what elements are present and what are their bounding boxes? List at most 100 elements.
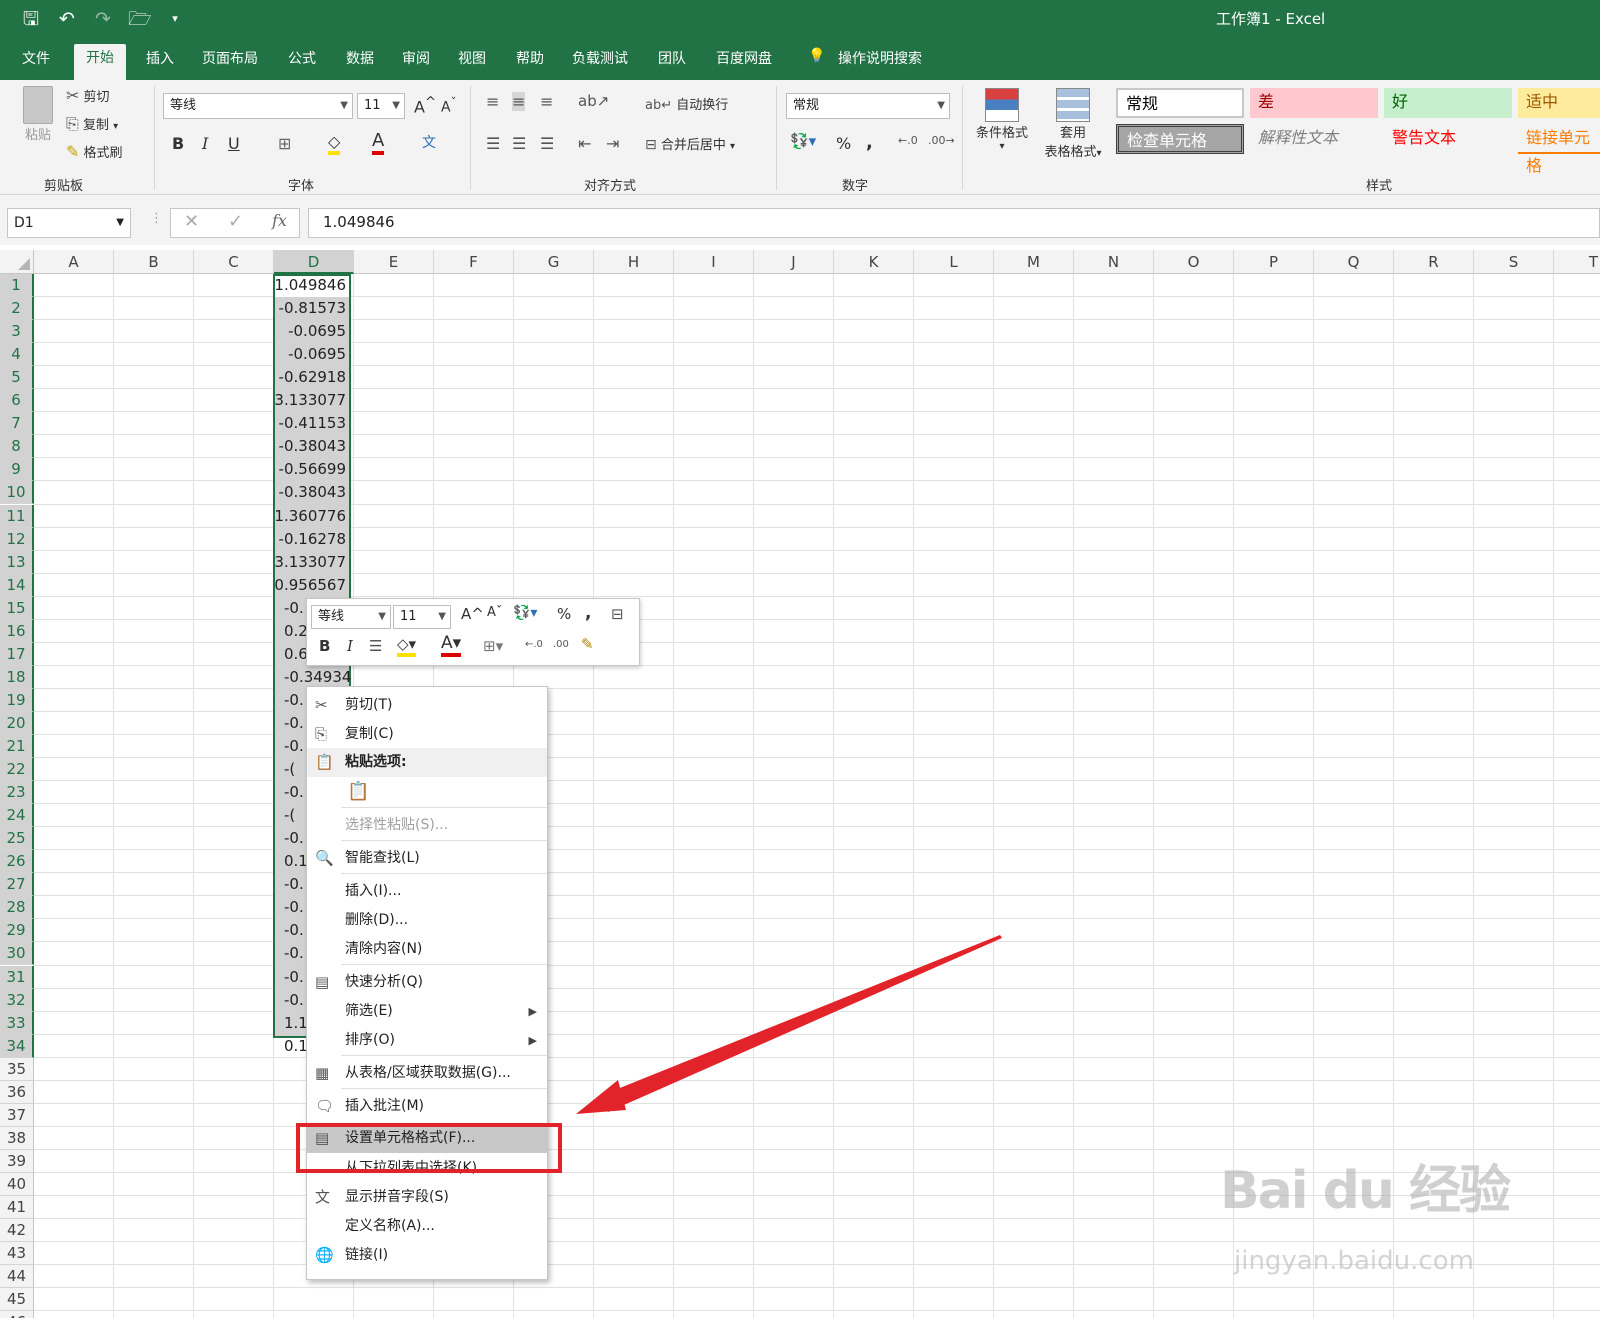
enter-icon[interactable]: ✓: [228, 211, 243, 232]
menu-item-17[interactable]: 定义名称(A)...: [307, 1212, 547, 1241]
row-header-45[interactable]: 45: [0, 1288, 34, 1312]
format-painter-button[interactable]: ✎ 格式刷: [66, 142, 123, 161]
cell-D3[interactable]: -0.0695: [274, 320, 349, 343]
row-header-13[interactable]: 13: [0, 550, 34, 574]
mini-decrease-decimal-icon[interactable]: .00: [553, 639, 569, 650]
row-header-42[interactable]: 42: [0, 1219, 34, 1243]
cell-style-5[interactable]: 解释性文本: [1250, 124, 1378, 154]
row-header-28[interactable]: 28: [0, 896, 34, 920]
bold-button[interactable]: B: [172, 134, 184, 153]
wrap-text-button[interactable]: ab↵ 自动换行: [645, 94, 728, 113]
row-header-12[interactable]: 12: [0, 527, 34, 551]
row-header-31[interactable]: 31: [0, 965, 34, 989]
menu-item-3[interactable]: 📋: [307, 777, 547, 811]
row-header-34[interactable]: 34: [0, 1034, 34, 1058]
tab-7[interactable]: 视图: [456, 48, 488, 68]
menu-item-9[interactable]: ▤ 快速分析(Q): [307, 968, 547, 997]
tab-5[interactable]: 数据: [344, 48, 376, 68]
row-header-30[interactable]: 30: [0, 942, 34, 966]
font-name-combo[interactable]: 等线 ▼: [163, 93, 353, 119]
column-header-P[interactable]: P: [1234, 250, 1314, 274]
cell-style-7[interactable]: 链接单元格: [1518, 124, 1600, 175]
merge-center-button[interactable]: ⊟ 合并后居中 ▾: [645, 134, 735, 153]
column-header-D[interactable]: D: [274, 250, 354, 274]
row-header-41[interactable]: 41: [0, 1196, 34, 1220]
align-left-icon[interactable]: ☰: [486, 134, 500, 153]
mini-merge-icon[interactable]: ⊟: [611, 605, 624, 623]
column-header-L[interactable]: L: [914, 250, 994, 274]
row-header-21[interactable]: 21: [0, 735, 34, 759]
cell-D6[interactable]: 3.133077: [274, 389, 349, 412]
tab-8[interactable]: 帮助: [514, 48, 546, 68]
row-header-36[interactable]: 36: [0, 1080, 34, 1104]
column-header-S[interactable]: S: [1474, 250, 1554, 274]
cell-D9[interactable]: -0.56699: [274, 458, 349, 481]
phonetic-guide-icon[interactable]: 文: [422, 132, 436, 152]
cancel-icon[interactable]: ✕: [184, 211, 199, 232]
cell-D2[interactable]: -0.81573: [274, 297, 349, 320]
row-header-18[interactable]: 18: [0, 665, 34, 689]
mini-bold-button[interactable]: B: [319, 637, 330, 655]
row-header-16[interactable]: 16: [0, 619, 34, 643]
italic-button[interactable]: I: [202, 134, 208, 153]
row-header-40[interactable]: 40: [0, 1172, 34, 1196]
row-header-29[interactable]: 29: [0, 919, 34, 943]
tab-2[interactable]: 插入: [144, 48, 176, 68]
column-header-N[interactable]: N: [1074, 250, 1154, 274]
column-header-B[interactable]: B: [114, 250, 194, 274]
row-header-44[interactable]: 44: [0, 1265, 34, 1289]
orientation-icon[interactable]: ab↗: [578, 92, 609, 110]
mini-increase-decimal-icon[interactable]: ←.0: [525, 639, 543, 650]
cell-style-0[interactable]: 常规: [1116, 88, 1244, 118]
mini-font-color-icon[interactable]: A▾: [441, 633, 462, 657]
row-header-23[interactable]: 23: [0, 781, 34, 805]
column-header-C[interactable]: C: [194, 250, 274, 274]
comma-button[interactable]: ,: [866, 132, 873, 153]
tab-9[interactable]: 负载测试: [570, 48, 630, 68]
column-header-G[interactable]: G: [514, 250, 594, 274]
conditional-formatting-button[interactable]: 条件格式 ▾: [970, 88, 1034, 152]
decrease-decimal-icon[interactable]: .00→: [928, 134, 955, 147]
align-bottom-icon[interactable]: ≡: [540, 92, 553, 111]
mini-accounting-icon[interactable]: 💱▾: [513, 605, 537, 621]
menu-item-18[interactable]: 🌐 链接(I): [307, 1241, 547, 1270]
cell-D5[interactable]: -0.62918: [274, 366, 349, 389]
tab-4[interactable]: 公式: [286, 48, 318, 68]
row-header-5[interactable]: 5: [0, 366, 34, 390]
mini-size-combo[interactable]: 11 ▼: [393, 605, 451, 629]
row-header-35[interactable]: 35: [0, 1057, 34, 1081]
number-format-combo[interactable]: 常规 ▼: [786, 93, 950, 119]
align-center-icon[interactable]: ☰: [512, 134, 526, 153]
tab-6[interactable]: 审阅: [400, 48, 432, 68]
paste-button[interactable]: 粘贴: [18, 86, 58, 146]
row-header-43[interactable]: 43: [0, 1242, 34, 1266]
formula-input[interactable]: 1.049846: [308, 208, 1600, 238]
increase-decimal-icon[interactable]: ←.0: [898, 134, 918, 147]
row-header-14[interactable]: 14: [0, 573, 34, 597]
column-header-R[interactable]: R: [1394, 250, 1474, 274]
copy-button[interactable]: ⎘ 复制 ▾: [66, 114, 118, 134]
name-box[interactable]: D1 ▼: [7, 208, 131, 238]
select-all-corner[interactable]: [0, 250, 34, 274]
column-header-K[interactable]: K: [834, 250, 914, 274]
row-header-20[interactable]: 20: [0, 711, 34, 735]
menu-item-1[interactable]: ⎘ 复制(C): [307, 720, 547, 749]
tab-10[interactable]: 团队: [656, 48, 688, 68]
row-header-17[interactable]: 17: [0, 642, 34, 666]
column-header-I[interactable]: I: [674, 250, 754, 274]
row-header-46[interactable]: 46: [0, 1311, 34, 1318]
format-as-table-button[interactable]: 套用 表格格式▾: [1038, 88, 1108, 160]
menu-item-0[interactable]: ✂ 剪切(T): [307, 691, 547, 720]
align-middle-icon[interactable]: ≡: [512, 92, 526, 111]
tab-3[interactable]: 页面布局: [200, 48, 260, 68]
row-header-27[interactable]: 27: [0, 873, 34, 897]
cell-D12[interactable]: -0.16278: [274, 528, 349, 551]
cell-style-6[interactable]: 警告文本: [1384, 124, 1512, 154]
column-header-H[interactable]: H: [594, 250, 674, 274]
cell-D13[interactable]: 3.133077: [274, 551, 349, 574]
row-header-7[interactable]: 7: [0, 412, 34, 436]
decrease-indent-icon[interactable]: ⇤: [578, 134, 591, 153]
undo-icon[interactable]: ↶: [56, 6, 78, 32]
tab-1[interactable]: 开始: [74, 44, 126, 80]
mini-grow-font-icon[interactable]: A^: [461, 605, 484, 623]
